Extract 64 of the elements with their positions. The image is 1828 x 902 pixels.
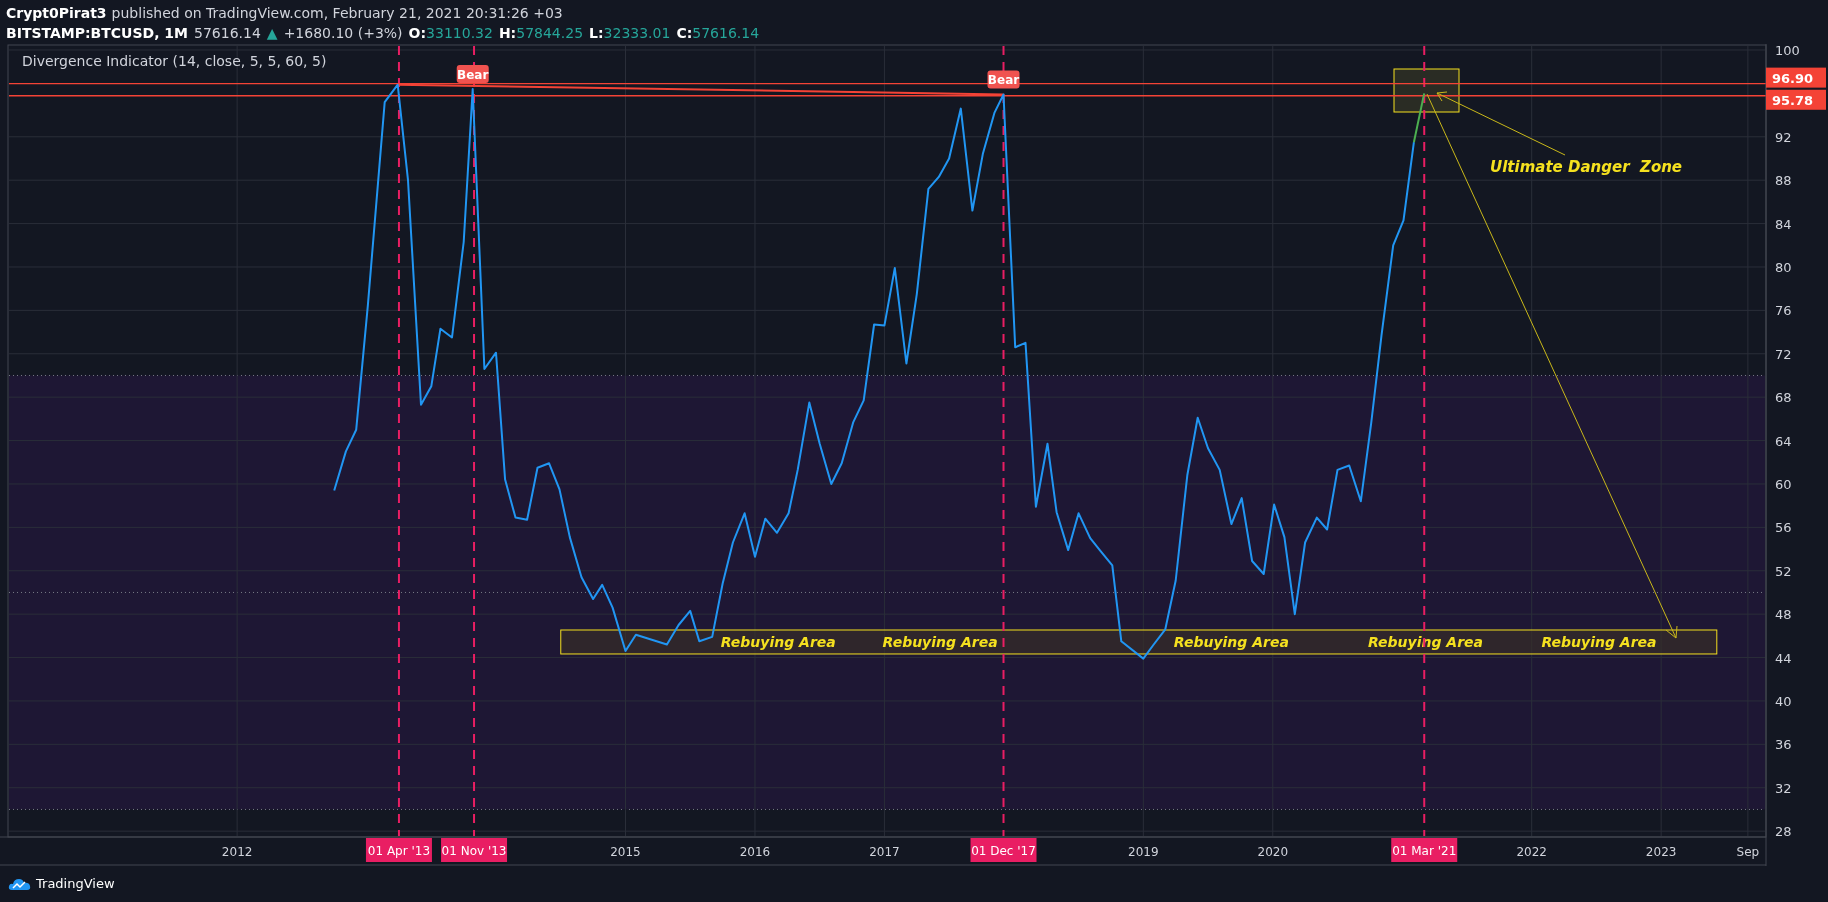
ohlc-label: L: [589,24,604,43]
ref-line-label: 01 Apr '13 [367,844,431,858]
y-axis-label: 60 [1775,476,1792,492]
date-tag: 01 Apr '13 [365,838,432,862]
y-axis-label: 36 [1775,737,1792,753]
cloud-logo-icon [8,877,32,891]
ref-line-label: 01 Nov '13 [441,844,507,858]
ref-line-label: 01 Mar '21 [1392,844,1457,858]
up-triangle-icon: ▲ [266,23,278,43]
y-axis-label: 48 [1775,607,1792,623]
x-axis-label: 2019 [1128,845,1159,859]
date-tag: 01 Mar '21 [1391,838,1458,862]
ohlc-label: C: [676,24,693,43]
y-axis-label: 92 [1775,129,1792,145]
rebuying-area-label: Rebuying Area [1173,634,1289,651]
symbol-title: BITSTAMP:BTCUSD, 1M [6,24,189,43]
author-name: Crypt0Pirat3 [6,4,107,23]
y-axis-label: 100 [1775,44,1800,58]
ref-line-label: 01 Dec '17 [971,844,1036,858]
y-axis-label: 28 [1775,824,1792,840]
x-axis-label: 2016 [739,845,771,859]
y-axis-label: 84 [1775,216,1792,232]
price-change: +1680.10 (+3%) [283,24,403,43]
x-axis-label: 2017 [869,845,900,859]
ohlc-value: 32333.01 [603,24,671,43]
y-axis-label: 44 [1775,650,1792,666]
y-axis-label: 80 [1775,260,1792,275]
publish-info: published on TradingView.com, February 21, 2021 20:31:26 +03 [111,4,563,23]
danger-zone-rectangle [1393,68,1460,113]
price-tag: 96.90 [1766,67,1826,88]
y-axis-label: 72 [1775,346,1792,362]
x-axis-label: Sep [1736,845,1760,859]
y-axis-label: 64 [1775,433,1792,449]
ohlc-value: 57844.25 [516,24,584,43]
x-axis-label: 2020 [1257,845,1289,859]
danger-zone-label: Ultimate Danger Zone [1490,158,1683,177]
x-axis-label: 2022 [1516,845,1547,859]
y-axis-label: 76 [1775,303,1792,319]
brand-name: TradingView [36,875,115,894]
bear-signal-label: Bear [987,70,1020,89]
y-axis-label: 52 [1775,563,1792,579]
ohlc-label: O: [408,24,427,43]
y-axis-label: 88 [1775,173,1792,189]
ohlc-value: 33110.32 [426,24,493,43]
indicator-title: Divergence Indicator (14, close, 5, 5, 60, 5) [22,53,327,69]
x-axis-label: 2012 [221,845,253,859]
price-tag: 95.78 [1766,89,1826,110]
ohlc-value: 57616.14 [692,24,760,43]
rebuying-area-label: Rebuying Area [882,634,998,651]
rebuying-area-label: Rebuying Area [1541,634,1657,651]
ref-line-label: 95.78 [1772,92,1814,108]
x-axis-label: 2015 [610,845,641,859]
ohlc-label: H: [498,24,517,43]
rebuying-area-label: Rebuying Area [720,634,836,651]
bear-signal-label: Bear [456,65,489,84]
date-tag: 01 Dec '17 [970,838,1037,862]
y-axis-label: 68 [1775,390,1792,406]
last-price: 57616.14 [194,24,261,43]
y-axis-label: 32 [1775,780,1792,796]
y-axis-label: 40 [1775,693,1792,709]
x-axis-label: 2023 [1645,845,1677,859]
date-tag: 01 Nov '13 [441,838,508,862]
ref-line-label: 96.90 [1772,70,1814,86]
y-axis-label: 56 [1775,520,1792,536]
